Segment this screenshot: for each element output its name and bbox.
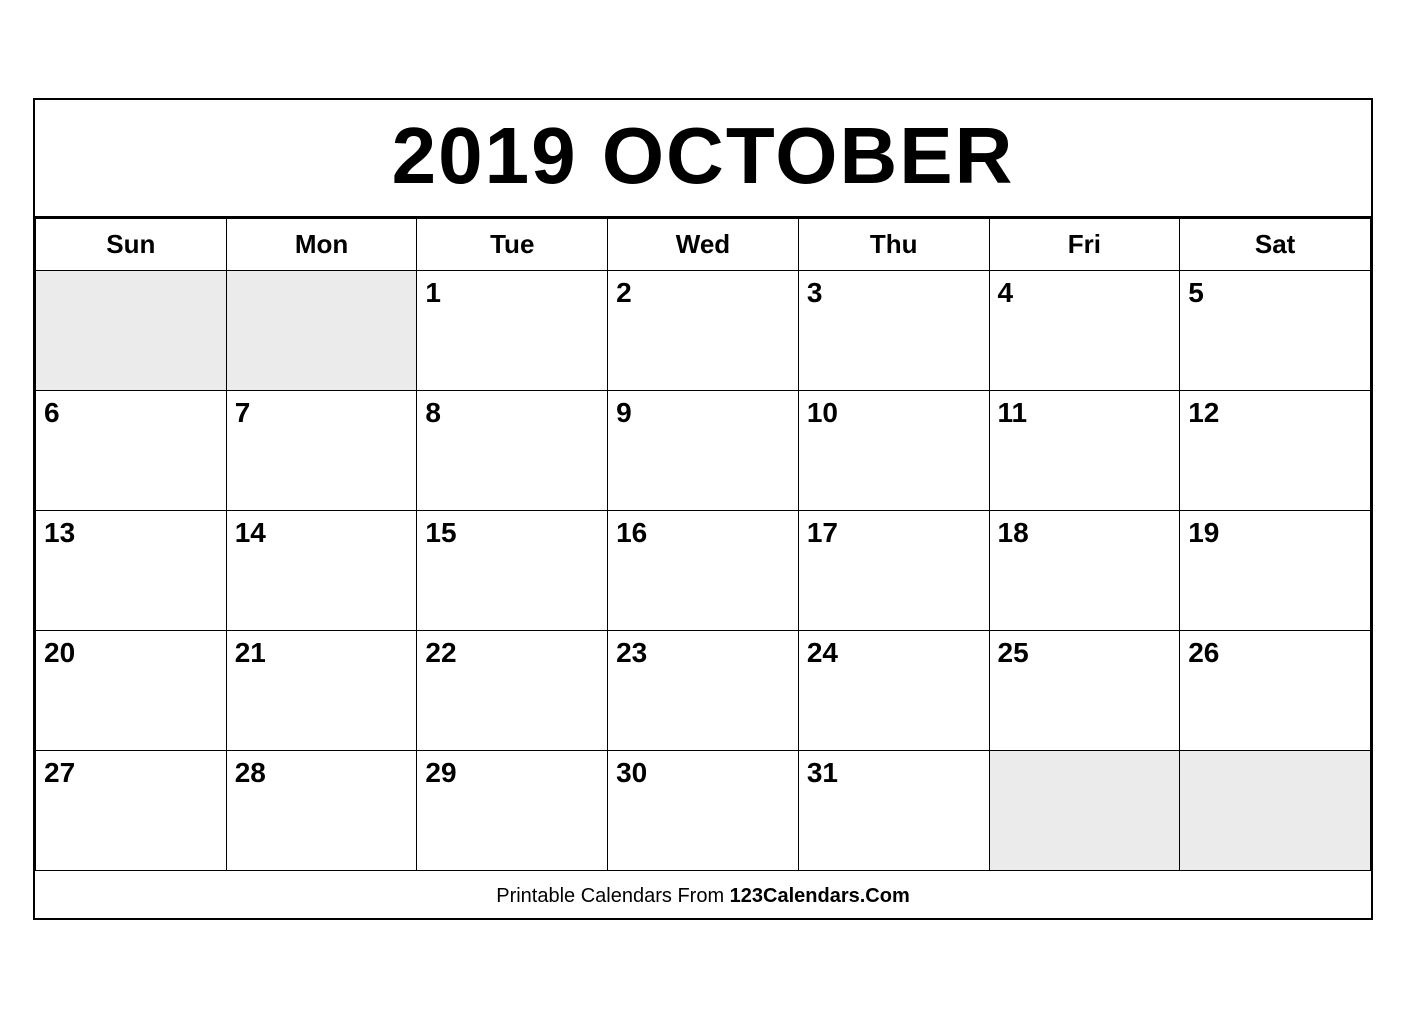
calendar-cell[interactable]: 24 bbox=[798, 630, 989, 750]
day-number: 16 bbox=[616, 517, 647, 548]
calendar-footer: Printable Calendars From 123Calendars.Co… bbox=[35, 871, 1371, 918]
day-number: 4 bbox=[998, 277, 1014, 308]
day-number: 10 bbox=[807, 397, 838, 428]
day-number: 27 bbox=[44, 757, 75, 788]
week-row-3: 20 21 22 23 24 25 26 bbox=[36, 630, 1371, 750]
footer-text: Printable Calendars From bbox=[496, 885, 729, 907]
day-number: 13 bbox=[44, 517, 75, 548]
day-number: 6 bbox=[44, 397, 60, 428]
day-number: 31 bbox=[807, 757, 838, 788]
calendar-cell[interactable]: 12 bbox=[1180, 390, 1371, 510]
calendar-cell[interactable]: 15 bbox=[417, 510, 608, 630]
day-number: 28 bbox=[235, 757, 266, 788]
day-number: 1 bbox=[425, 277, 441, 308]
day-header-thu: Thu bbox=[798, 218, 989, 270]
calendar-cell[interactable]: 22 bbox=[417, 630, 608, 750]
calendar-cell[interactable]: 8 bbox=[417, 390, 608, 510]
day-number: 24 bbox=[807, 637, 838, 668]
calendar-title: 2019 OCTOBER bbox=[35, 100, 1371, 218]
day-number: 26 bbox=[1188, 637, 1219, 668]
calendar-cell[interactable]: 27 bbox=[36, 750, 227, 870]
calendar-cell[interactable] bbox=[1180, 750, 1371, 870]
day-number: 22 bbox=[425, 637, 456, 668]
week-row-4: 27 28 29 30 31 bbox=[36, 750, 1371, 870]
day-number: 15 bbox=[425, 517, 456, 548]
day-number: 2 bbox=[616, 277, 632, 308]
day-header-tue: Tue bbox=[417, 218, 608, 270]
calendar-cell[interactable]: 26 bbox=[1180, 630, 1371, 750]
calendar-container: 2019 OCTOBER SunMonTueWedThuFriSat 12345… bbox=[33, 98, 1373, 920]
calendar-cell[interactable]: 20 bbox=[36, 630, 227, 750]
day-number: 14 bbox=[235, 517, 266, 548]
day-number: 21 bbox=[235, 637, 266, 668]
day-header-fri: Fri bbox=[989, 218, 1180, 270]
calendar-cell[interactable]: 23 bbox=[608, 630, 799, 750]
day-number: 7 bbox=[235, 397, 251, 428]
calendar-cell[interactable]: 28 bbox=[226, 750, 417, 870]
calendar-cell[interactable]: 2 bbox=[608, 270, 799, 390]
day-number: 12 bbox=[1188, 397, 1219, 428]
day-number: 19 bbox=[1188, 517, 1219, 548]
calendar-cell[interactable]: 1 bbox=[417, 270, 608, 390]
calendar-cell[interactable]: 3 bbox=[798, 270, 989, 390]
calendar-cell[interactable] bbox=[36, 270, 227, 390]
calendar-cell[interactable]: 19 bbox=[1180, 510, 1371, 630]
week-row-2: 13 14 15 16 17 18 19 bbox=[36, 510, 1371, 630]
calendar-cell[interactable]: 14 bbox=[226, 510, 417, 630]
day-number: 25 bbox=[998, 637, 1029, 668]
day-header-wed: Wed bbox=[608, 218, 799, 270]
day-number: 18 bbox=[998, 517, 1029, 548]
calendar-cell[interactable]: 9 bbox=[608, 390, 799, 510]
calendar-cell[interactable]: 5 bbox=[1180, 270, 1371, 390]
day-number: 30 bbox=[616, 757, 647, 788]
day-number: 11 bbox=[998, 397, 1028, 428]
day-headers-row: SunMonTueWedThuFriSat bbox=[36, 218, 1371, 270]
calendar-cell[interactable]: 7 bbox=[226, 390, 417, 510]
calendar-cell[interactable]: 21 bbox=[226, 630, 417, 750]
calendar-cell[interactable]: 30 bbox=[608, 750, 799, 870]
calendar-grid: SunMonTueWedThuFriSat 123456789101112131… bbox=[35, 218, 1371, 871]
calendar-cell[interactable]: 13 bbox=[36, 510, 227, 630]
calendar-cell[interactable]: 25 bbox=[989, 630, 1180, 750]
day-number: 3 bbox=[807, 277, 823, 308]
day-header-sat: Sat bbox=[1180, 218, 1371, 270]
day-number: 17 bbox=[807, 517, 838, 548]
day-number: 8 bbox=[425, 397, 441, 428]
calendar-cell[interactable]: 31 bbox=[798, 750, 989, 870]
day-number: 20 bbox=[44, 637, 75, 668]
calendar-cell[interactable]: 29 bbox=[417, 750, 608, 870]
day-header-mon: Mon bbox=[226, 218, 417, 270]
calendar-cell[interactable]: 17 bbox=[798, 510, 989, 630]
week-row-1: 6 7 8 9 10 11 12 bbox=[36, 390, 1371, 510]
calendar-cell[interactable] bbox=[989, 750, 1180, 870]
calendar-cell[interactable] bbox=[226, 270, 417, 390]
calendar-cell[interactable]: 6 bbox=[36, 390, 227, 510]
calendar-cell[interactable]: 4 bbox=[989, 270, 1180, 390]
footer-brand: 123Calendars.Com bbox=[730, 885, 910, 907]
calendar-cell[interactable]: 10 bbox=[798, 390, 989, 510]
day-header-sun: Sun bbox=[36, 218, 227, 270]
day-number: 23 bbox=[616, 637, 647, 668]
week-row-0: 1 2 3 4 5 bbox=[36, 270, 1371, 390]
calendar-cell[interactable]: 16 bbox=[608, 510, 799, 630]
calendar-cell[interactable]: 11 bbox=[989, 390, 1180, 510]
day-number: 9 bbox=[616, 397, 632, 428]
day-number: 29 bbox=[425, 757, 456, 788]
day-number: 5 bbox=[1188, 277, 1204, 308]
calendar-cell[interactable]: 18 bbox=[989, 510, 1180, 630]
